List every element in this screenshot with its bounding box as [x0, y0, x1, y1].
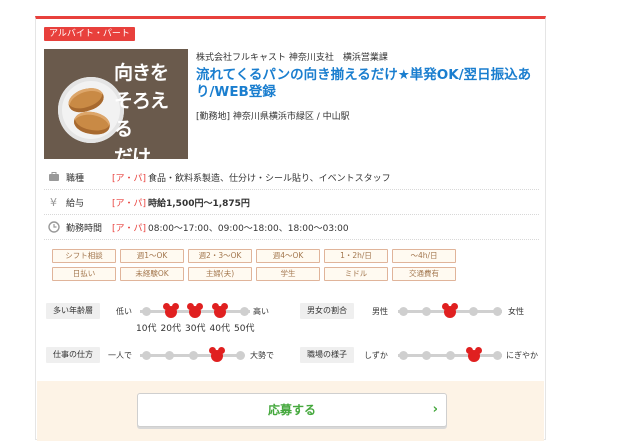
feature-tag: 交通費有: [392, 267, 456, 281]
gender-low-label: 男性: [372, 307, 388, 316]
work-style-high-label: 大勢で: [250, 351, 274, 360]
yen-icon: ¥: [50, 196, 57, 208]
work-style-scale-dot: [188, 350, 198, 360]
age-scale-dot: [239, 306, 249, 316]
feature-tag: 日払い: [52, 267, 116, 281]
atmosphere-high-label: にぎやか: [506, 351, 538, 360]
feature-tag: ミドル: [324, 267, 388, 281]
location-text: [勤務地] 神奈川県横浜市緑区 / 中山駅: [196, 112, 350, 122]
age-scale-dot: [141, 306, 151, 316]
gender-scale-label: 男女の割合: [300, 303, 354, 319]
clock-icon: [48, 221, 60, 233]
gender-high-label: 女性: [508, 307, 524, 316]
age-tick-label: 40代: [209, 324, 230, 334]
briefcase-icon: [49, 172, 59, 181]
atmosphere-scale-dot: [445, 350, 455, 360]
apply-area: 応募する ›: [37, 381, 544, 441]
age-tick-label: 50代: [234, 324, 255, 334]
detail-row-job-type: 職種 [ア・パ] 食品・飲料系製造、仕分け・シール貼り、イベントスタッフ: [44, 166, 539, 190]
feature-tag: 1・2h/日: [324, 249, 388, 263]
apply-button-label: 応募する: [267, 403, 316, 417]
detail-value: 08:00～17:00、09:00～18:00、18:00～03:00: [148, 224, 349, 234]
work-style-scale-label: 仕事の仕方: [46, 347, 100, 363]
detail-tag: [ア・パ]: [112, 174, 147, 184]
chevron-right-icon: ›: [432, 402, 438, 417]
job-title-link[interactable]: 流れてくるパンの向き揃えるだけ★単発OK/翌日振込あり/WEB登録: [196, 67, 541, 101]
detail-value: 食品・飲料系製造、仕分け・シール貼り、イベントスタッフ: [148, 174, 391, 184]
age-marker-icon: [162, 303, 179, 318]
feature-tag: 週2・3～OK: [188, 249, 252, 263]
work-style-scale-dot: [141, 350, 151, 360]
age-tick-label: 20代: [160, 324, 181, 334]
age-tick-label: 10代: [136, 324, 157, 334]
detail-row-hours: 勤務時間 [ア・パ] 08:00～17:00、09:00～18:00、18:00…: [44, 216, 539, 240]
feature-tag: シフト相談: [52, 249, 116, 263]
gender-scale-dot: [469, 306, 478, 316]
feature-tag: 未経験OK: [120, 267, 184, 281]
detail-tag: [ア・パ]: [112, 199, 147, 209]
gender-marker-icon: [442, 303, 458, 318]
job-thumbnail[interactable]: 向きを そろえる だけ: [44, 49, 188, 159]
svg-text:¥: ¥: [50, 196, 57, 208]
atmosphere-scale-label: 職場の様子: [300, 347, 354, 363]
work-style-low-label: 一人で: [108, 351, 132, 360]
detail-value: 時給1,500円～1,875円: [148, 199, 250, 209]
employment-type-badge: アルバイト・パート: [44, 27, 135, 41]
detail-tag: [ア・パ]: [112, 224, 147, 234]
feature-tags: シフト相談 週1～OK 週2・3～OK 週4～OK 1・2h/日 ～4h/日日払い 未経験O…: [52, 249, 472, 281]
age-scale-label: 多い年齢層: [46, 303, 100, 319]
feature-tag: 週1～OK: [120, 249, 184, 263]
detail-label: 勤務時間: [66, 224, 103, 234]
feature-tag: 主婦(夫): [188, 267, 252, 281]
atmosphere-scale-dot: [422, 350, 431, 360]
company-name: 株式会社フルキャスト 神奈川支社 横浜営業課: [196, 53, 388, 63]
detail-label: 職種: [66, 174, 85, 184]
work-style-scale-dot: [165, 350, 174, 360]
age-marker-icon: [211, 303, 228, 318]
feature-tag: 学生: [256, 267, 320, 281]
thumbnail-caption: 向きを そろえる だけ: [114, 62, 169, 159]
work-style-marker-icon: [208, 347, 225, 362]
job-card: アルバイト・パート 向きを そろえる だけ 株式会社フルキャスト 神奈川支社 横…: [35, 16, 546, 441]
age-tick-label: 30代: [185, 324, 206, 334]
detail-label: 給与: [66, 199, 85, 209]
atmosphere-low-label: しずか: [364, 351, 388, 360]
feature-tag: ～4h/日: [392, 249, 456, 263]
gender-scale-dot: [492, 306, 502, 316]
gender-scale-dot: [422, 306, 431, 316]
atmosphere-marker-icon: [465, 347, 482, 362]
gender-scale-dot: [398, 306, 408, 316]
atmosphere-scale-dot: [492, 350, 502, 360]
age-high-label: 高い: [253, 307, 269, 316]
atmosphere-scale-dot: [398, 350, 408, 360]
feature-tag: 週4～OK: [256, 249, 320, 263]
work-style-scale-dot: [235, 350, 245, 360]
age-marker-icon: [187, 303, 203, 318]
apply-button[interactable]: 応募する ›: [137, 393, 447, 427]
detail-row-salary: ¥ 給与 [ア・パ] 時給1,500円～1,875円: [44, 191, 539, 215]
age-low-label: 低い: [116, 307, 132, 316]
